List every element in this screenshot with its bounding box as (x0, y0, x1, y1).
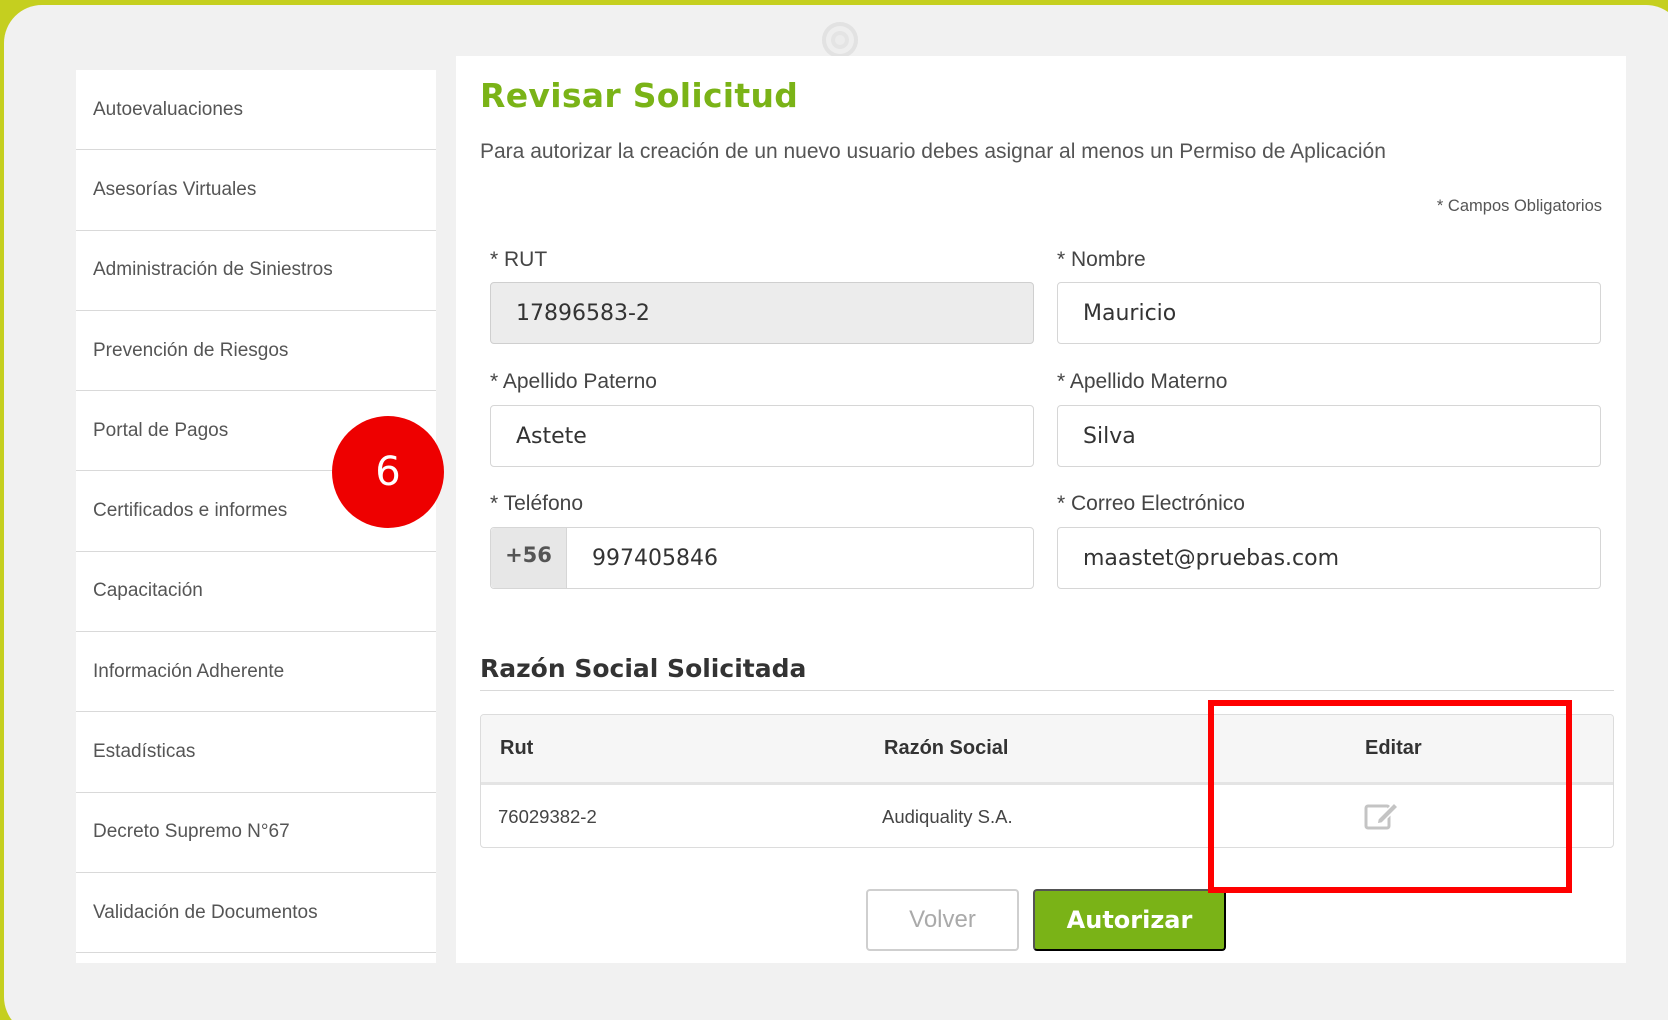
telefono-value: 997405846 (592, 545, 718, 571)
correo-label: * Correo Electrónico (1057, 492, 1245, 515)
camera-icon (822, 22, 858, 58)
column-header-razon-social: Razón Social (884, 737, 1009, 759)
sidebar-item-asesorias-virtuales[interactable]: Asesorías Virtuales (76, 150, 436, 231)
telefono-label: * Teléfono (490, 492, 584, 515)
rut-label: * RUT (490, 248, 548, 271)
nombre-label: * Nombre (1057, 248, 1146, 271)
page-subtitle: Para autorizar la creación de un nuevo u… (480, 140, 1386, 163)
telefono-field[interactable]: +56 997405846 (490, 527, 1034, 589)
sidebar-item-validacion-documentos[interactable]: Validación de Documentos (76, 873, 436, 954)
nombre-field[interactable]: Mauricio (1057, 282, 1601, 344)
sidebar-item-decreto-supremo[interactable]: Decreto Supremo N°67 (76, 793, 436, 873)
page-title: Revisar Solicitud (480, 76, 799, 115)
section-divider (480, 690, 1614, 691)
sidebar-item-estadisticas[interactable]: Estadísticas (76, 712, 436, 793)
step-number-badge: 6 (332, 416, 444, 528)
table-cell-rut: 76029382-2 (498, 806, 597, 827)
required-fields-note: * Campos Obligatorios (1436, 197, 1602, 215)
sidebar-item-informacion-adherente[interactable]: Información Adherente (76, 632, 436, 713)
column-header-rut: Rut (500, 737, 534, 759)
edit-column-highlight (1208, 700, 1572, 893)
section-title: Razón Social Solicitada (480, 654, 807, 683)
table-cell-razon-social: Audiquality S.A. (882, 806, 1013, 827)
sidebar-item-administracion-siniestros[interactable]: Administración de Siniestros (76, 231, 436, 311)
back-button[interactable]: Volver (866, 889, 1019, 951)
sidebar-item-autoevaluaciones[interactable]: Autoevaluaciones (76, 70, 436, 151)
phone-prefix: +56 (491, 528, 567, 588)
apellido-materno-field[interactable]: Silva (1057, 405, 1601, 467)
sidebar-item-prevencion-riesgos[interactable]: Prevención de Riesgos (76, 311, 436, 392)
sidebar-item-capacitacion[interactable]: Capacitación (76, 552, 436, 633)
apellido-paterno-label: * Apellido Paterno (490, 370, 657, 393)
correo-field[interactable]: maastet@pruebas.com (1057, 527, 1601, 589)
apellido-materno-label: * Apellido Materno (1057, 370, 1228, 393)
rut-field: 17896583-2 (490, 282, 1034, 344)
authorize-button[interactable]: Autorizar (1033, 889, 1226, 951)
apellido-paterno-field[interactable]: Astete (490, 405, 1034, 467)
